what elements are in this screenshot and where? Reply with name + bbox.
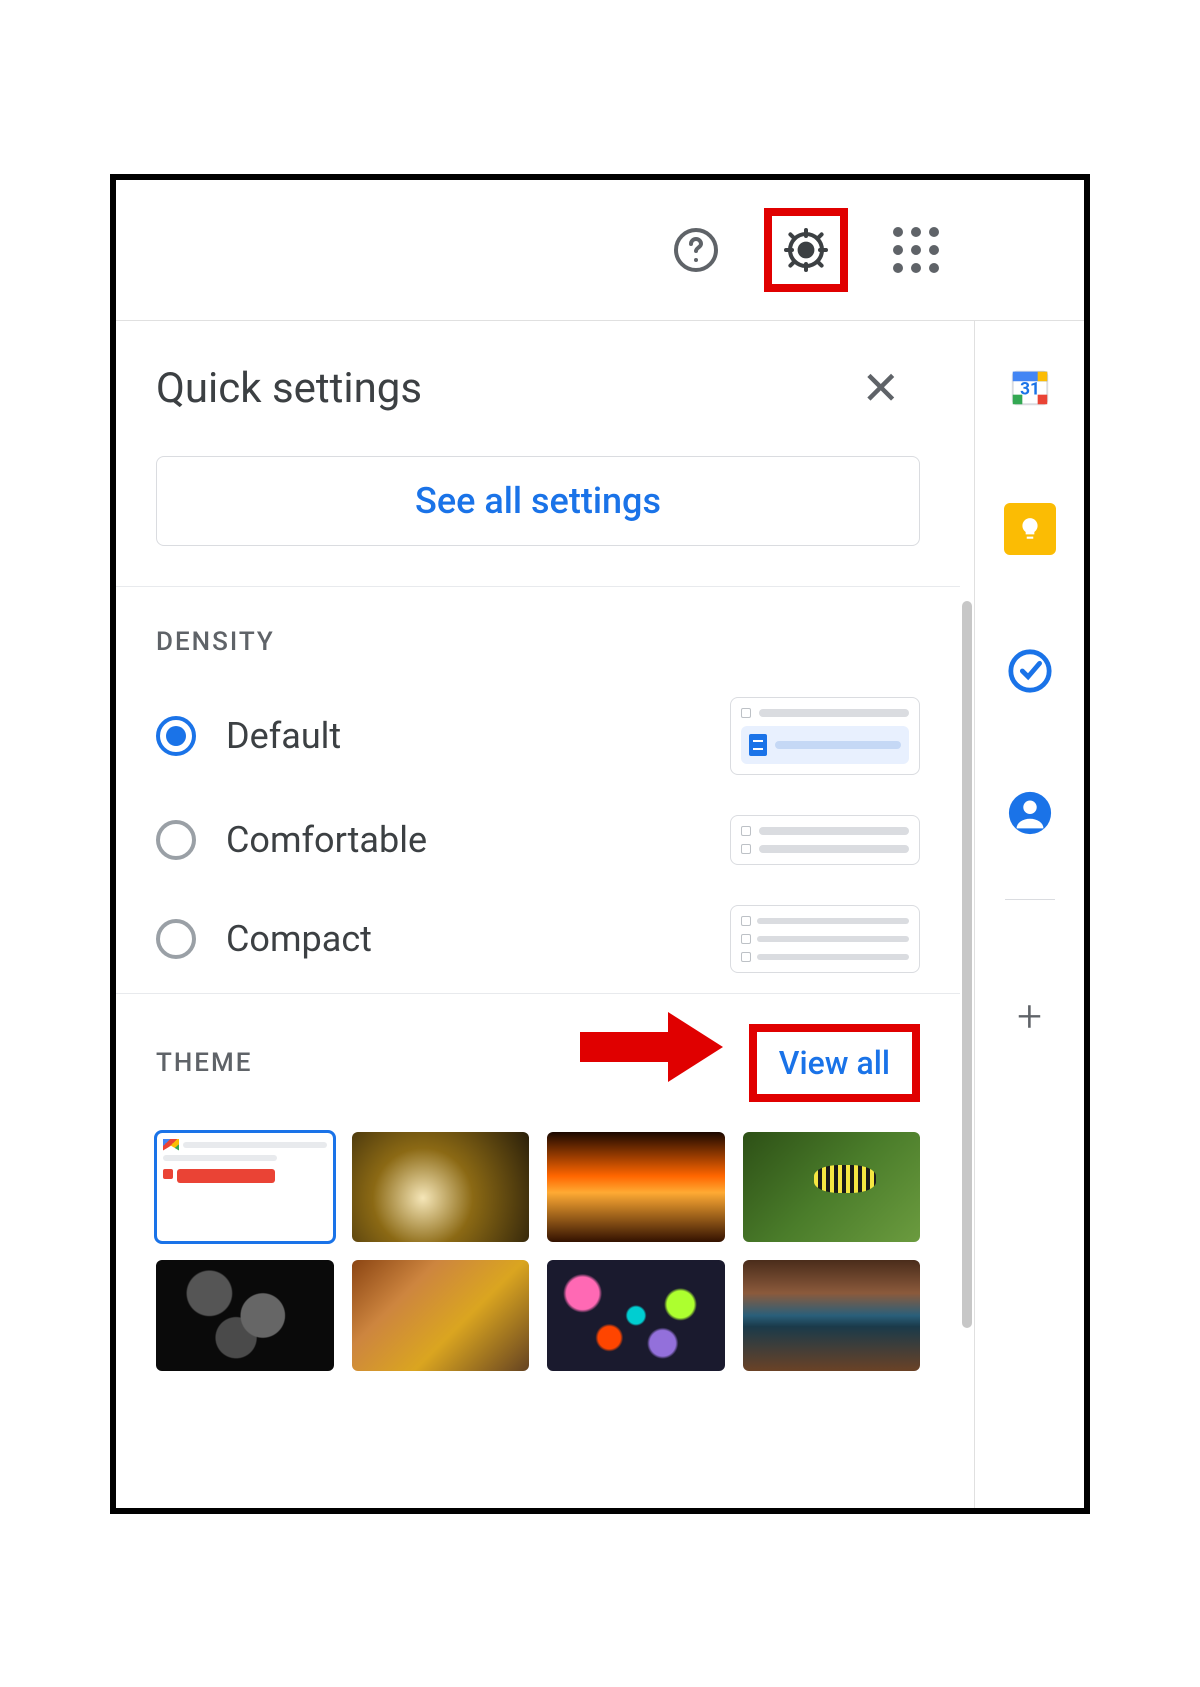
tasks-icon[interactable]	[1004, 645, 1056, 697]
density-preview-default	[730, 697, 920, 775]
theme-section-label: THEME	[156, 1048, 252, 1078]
density-preview-comfortable	[730, 815, 920, 865]
panel-scrollbar[interactable]	[960, 321, 974, 1508]
density-option-comfortable[interactable]: Comfortable	[116, 795, 960, 885]
apps-grid-icon[interactable]	[888, 222, 944, 278]
density-label: Compact	[226, 918, 700, 960]
density-option-compact[interactable]: Compact	[116, 885, 960, 993]
theme-tile-green[interactable]	[743, 1132, 921, 1243]
radio-selected-icon[interactable]	[156, 716, 196, 756]
theme-tile-chess[interactable]	[352, 1132, 530, 1243]
keep-icon[interactable]	[1004, 503, 1056, 555]
quick-settings-panel: Quick settings ✕ See all settings DENSIT…	[116, 321, 960, 1508]
svg-text:31: 31	[1020, 379, 1040, 399]
density-section-label: DENSITY	[116, 587, 960, 677]
side-divider	[1005, 899, 1055, 900]
radio-unselected-icon[interactable]	[156, 919, 196, 959]
contacts-icon[interactable]	[1004, 787, 1056, 839]
body-row: Quick settings ✕ See all settings DENSIT…	[116, 321, 1084, 1508]
see-all-settings-button[interactable]: See all settings	[156, 456, 920, 546]
close-icon[interactable]: ✕	[861, 361, 920, 416]
density-label: Default	[226, 715, 700, 757]
density-option-default[interactable]: Default	[116, 677, 960, 795]
quick-settings-header: Quick settings ✕	[116, 321, 960, 436]
theme-tile-default[interactable]	[156, 1132, 334, 1243]
density-label: Comfortable	[226, 819, 700, 861]
theme-tile-bokeh[interactable]	[547, 1260, 725, 1371]
radio-unselected-icon[interactable]	[156, 820, 196, 860]
density-preview-compact	[730, 905, 920, 973]
theme-tile-canyon[interactable]	[547, 1132, 725, 1243]
add-addon-button[interactable]: +	[1004, 990, 1056, 1042]
theme-view-all-link[interactable]: View all	[749, 1024, 920, 1102]
header-bar	[116, 180, 1084, 320]
theme-grid	[116, 1122, 960, 1372]
theme-tile-horseshoe[interactable]	[743, 1260, 921, 1371]
annotation-arrow-icon	[580, 1012, 730, 1082]
app-frame: Quick settings ✕ See all settings DENSIT…	[110, 174, 1090, 1514]
settings-icon-highlight	[764, 208, 848, 292]
quick-settings-title: Quick settings	[156, 364, 422, 413]
help-icon[interactable]	[668, 222, 724, 278]
side-panel: 31 +	[974, 321, 1084, 1508]
gear-icon[interactable]	[778, 222, 834, 278]
calendar-icon[interactable]: 31	[1004, 361, 1056, 413]
theme-tile-bubbles[interactable]	[156, 1260, 334, 1371]
theme-section-header: THEME View all	[116, 994, 960, 1122]
theme-tile-leaves[interactable]	[352, 1260, 530, 1371]
